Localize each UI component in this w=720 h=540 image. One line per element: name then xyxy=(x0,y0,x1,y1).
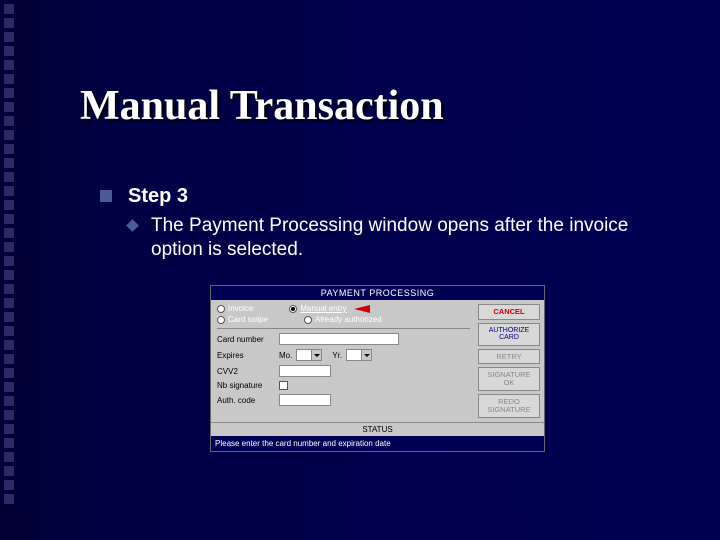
radio-label: Manual entry xyxy=(300,304,346,313)
button-label-line1: AUTHORIZE xyxy=(489,327,529,334)
redo-signature-button[interactable]: REDO SIGNATURE xyxy=(478,394,540,418)
step-description: The Payment Processing window opens afte… xyxy=(151,214,671,262)
chevron-down-icon xyxy=(361,350,371,360)
auth-code-input[interactable] xyxy=(279,394,331,406)
nb-signature-checkbox[interactable] xyxy=(279,381,288,390)
radio-card-swipe[interactable]: Card swipe xyxy=(217,315,268,324)
cvv2-label: CVV2 xyxy=(217,367,275,376)
expires-label: Expires xyxy=(217,351,275,360)
radio-label: Invoice xyxy=(228,304,253,313)
cvv2-input[interactable] xyxy=(279,365,331,377)
radio-manual-entry[interactable]: Manual entry xyxy=(289,304,369,313)
nb-signature-label: Nb signature xyxy=(217,381,275,390)
radio-already-authorized[interactable]: Already authorized xyxy=(304,315,382,324)
card-number-label: Card number xyxy=(217,335,275,344)
radio-label: Already authorized xyxy=(315,315,382,324)
radio-label: Card swipe xyxy=(228,315,268,324)
slide-content: Step 3 The Payment Processing window ope… xyxy=(100,185,680,262)
radio-invoice[interactable]: Invoice xyxy=(217,304,253,313)
retry-button[interactable]: RETRY xyxy=(478,349,540,365)
diamond-bullet-icon xyxy=(126,219,139,232)
step-label: Step 3 xyxy=(128,185,188,208)
year-dropdown[interactable] xyxy=(346,349,372,361)
month-dropdown[interactable] xyxy=(296,349,322,361)
authorize-card-button[interactable]: AUTHORIZE CARD xyxy=(478,323,540,346)
callout-arrow-icon xyxy=(354,305,370,313)
button-label-line2: CARD xyxy=(499,334,519,341)
button-label-line2: OK xyxy=(504,378,515,387)
square-bullet-icon xyxy=(100,190,112,202)
radio-icon xyxy=(217,316,225,324)
card-number-input[interactable] xyxy=(279,333,399,345)
hint-bar: Please enter the card number and expirat… xyxy=(211,436,544,451)
slide-title: Manual Transaction xyxy=(80,82,444,130)
year-label: Yr. xyxy=(332,351,342,360)
radio-icon xyxy=(217,305,225,313)
button-label-line2: SIGNATURE xyxy=(487,405,530,414)
chevron-down-icon xyxy=(311,350,321,360)
signature-ok-button[interactable]: SIGNATURE OK xyxy=(478,367,540,391)
cancel-button[interactable]: CANCEL xyxy=(478,304,540,320)
window-title: PAYMENT PROCESSING xyxy=(211,286,544,300)
radio-icon xyxy=(289,305,297,313)
status-bar: STATUS xyxy=(211,422,544,436)
decorative-left-squares xyxy=(0,0,18,540)
auth-code-label: Auth. code xyxy=(217,396,275,405)
payment-processing-window: PAYMENT PROCESSING Invoice Manual entry … xyxy=(210,285,545,452)
radio-icon xyxy=(304,316,312,324)
month-label: Mo. xyxy=(279,351,292,360)
divider xyxy=(217,328,470,329)
